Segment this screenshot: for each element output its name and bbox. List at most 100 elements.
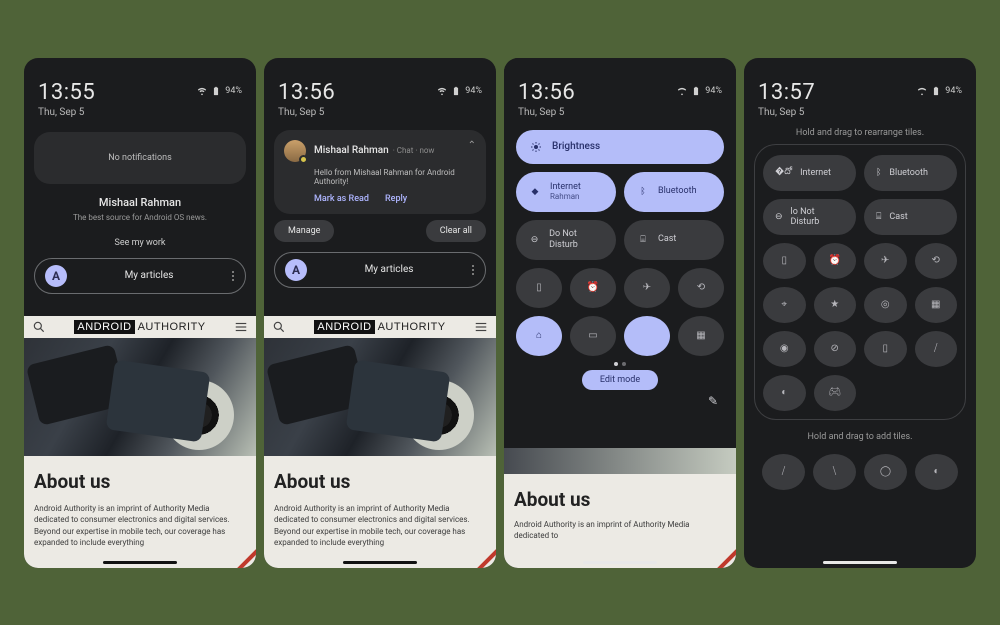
tile-mic-off[interactable]: ⧸ — [915, 331, 958, 367]
add-tile-1[interactable]: ⧸ — [762, 454, 805, 490]
clock: 13:57 — [758, 80, 815, 105]
tile-star[interactable]: ★ — [814, 287, 857, 323]
contrast-icon: ◐ — [933, 466, 939, 477]
more-icon[interactable] — [231, 271, 235, 281]
tile-qr[interactable]: ▦ — [915, 287, 958, 323]
tile-bluetooth[interactable]: ᛒ Bluetooth — [624, 172, 724, 212]
wifi-icon — [437, 86, 447, 96]
clock: 13:56 — [518, 80, 575, 105]
menu-icon[interactable] — [234, 320, 248, 334]
notification-card[interactable]: Mishaal Rahman· Chat · now ⌃ Hello from … — [274, 130, 486, 214]
wifi-icon: ◆ — [528, 185, 542, 199]
bluetooth-icon: ᛒ — [636, 185, 650, 199]
flashlight-icon: ▯ — [536, 282, 542, 293]
mark-read-button[interactable]: Mark as Read — [314, 194, 369, 204]
nav-home-bar[interactable] — [823, 561, 897, 564]
profile-tagline: The best source for Android OS news. — [38, 213, 242, 222]
menu-icon[interactable] — [474, 320, 488, 334]
tile-game[interactable]: 🎮︎ — [814, 375, 857, 411]
profile-name: Mishaal Rahman — [38, 196, 242, 209]
date: Thu, Sep 5 — [518, 107, 575, 118]
reply-button[interactable]: Reply — [385, 194, 407, 204]
tile-blank[interactable] — [624, 316, 670, 356]
star-icon: ★ — [830, 299, 839, 310]
flashlight-icon: ▯ — [781, 255, 787, 266]
tile-qr[interactable]: ▦ — [678, 316, 724, 356]
hint-add: Hold and drag to add tiles. — [744, 432, 976, 442]
tile-airplane[interactable]: ✈ — [864, 243, 907, 279]
add-tile-3[interactable]: ◯ — [864, 454, 907, 490]
collapse-icon[interactable]: ⌃ — [468, 140, 476, 151]
tile-alarm[interactable]: ⏰ — [814, 243, 857, 279]
edit-mode-button[interactable]: Edit mode — [582, 370, 658, 390]
tile-block[interactable]: ⊘ — [814, 331, 857, 367]
tile-dnd[interactable]: ⊖lo Not Disturb — [763, 199, 856, 235]
camera-off-icon: ⧹ — [833, 466, 836, 477]
tile-alarm[interactable]: ⏰ — [570, 268, 616, 308]
my-articles-button[interactable]: A My articles — [34, 258, 246, 294]
battery-icon — [691, 86, 701, 96]
airplane-icon: ✈ — [881, 255, 889, 266]
tile-dnd[interactable]: ⊖ Do Not Disturb — [516, 220, 616, 260]
circle-icon: ◯ — [880, 466, 891, 477]
nav-home-bar[interactable] — [103, 561, 177, 564]
tile-flashlight[interactable]: ▯ — [763, 243, 806, 279]
notif-meta: · Chat · now — [393, 146, 435, 155]
status-bar: 13:55 Thu, Sep 5 94% — [24, 58, 256, 126]
tile-record[interactable]: ◉ — [763, 331, 806, 367]
webpage-peek: About us Android Authority is an imprint… — [504, 448, 736, 568]
avatar-icon: A — [45, 265, 67, 287]
webpage: ANDROID AUTHORITY About us Android Autho… — [264, 316, 496, 568]
tile-internet[interactable]: �దోInternet — [763, 155, 856, 191]
no-notifications-card: No notifications — [34, 132, 246, 184]
cast-icon: ⌸ — [636, 233, 650, 247]
clock: 13:55 — [38, 80, 95, 105]
tile-hotspot[interactable]: ◎ — [864, 287, 907, 323]
tile-battery[interactable]: ▯ — [864, 331, 907, 367]
battery-icon — [451, 86, 461, 96]
airplane-icon: ✈ — [643, 282, 651, 293]
my-articles-button[interactable]: A My articles — [274, 252, 486, 288]
tile-bluetooth[interactable]: ᛒBluetooth — [864, 155, 957, 191]
clear-all-button[interactable]: Clear all — [426, 220, 486, 242]
battery-pct: 94% — [225, 86, 242, 96]
wifi-icon — [677, 86, 687, 96]
add-tile-2[interactable]: ⧹ — [813, 454, 856, 490]
nav-home-bar[interactable] — [583, 561, 657, 564]
tile-airplane[interactable]: ✈ — [624, 268, 670, 308]
article-heading: About us — [34, 470, 246, 493]
page-dots — [504, 362, 736, 366]
tile-cast[interactable]: ⌸ Cast — [624, 220, 724, 260]
gamepad-icon: 🎮︎ — [828, 387, 841, 398]
search-icon[interactable] — [32, 320, 46, 334]
tile-home[interactable]: ⌂ — [516, 316, 562, 356]
tile-cast[interactable]: ⌸Cast — [864, 199, 957, 235]
tile-internet[interactable]: ◆ InternetRahman — [516, 172, 616, 212]
hero-image — [24, 338, 256, 456]
site-brand: ANDROID AUTHORITY — [74, 321, 205, 333]
tile-rotate[interactable]: ⟲ — [915, 243, 958, 279]
wallet-icon: ▭ — [588, 330, 597, 341]
nav-home-bar[interactable] — [343, 561, 417, 564]
battery-icon — [931, 86, 941, 96]
more-icon[interactable] — [471, 265, 475, 275]
dnd-icon: ⊖ — [775, 212, 783, 222]
add-tile-4[interactable]: ◐ — [915, 454, 958, 490]
mic-off-icon: ⧸ — [782, 466, 785, 477]
brightness-slider[interactable]: Brightness — [516, 130, 724, 164]
wifi-icon: �దో — [775, 167, 792, 179]
date: Thu, Sep 5 — [38, 107, 95, 118]
see-my-work-link[interactable]: See my work — [24, 238, 256, 248]
tile-rotate[interactable]: ⟲ — [678, 268, 724, 308]
status-indicators: 94% — [437, 86, 482, 96]
tile-location[interactable]: ⌖ — [763, 287, 806, 323]
block-icon: ⊘ — [831, 343, 839, 354]
search-icon[interactable] — [272, 320, 286, 334]
tile-flashlight[interactable]: ▯ — [516, 268, 562, 308]
rotate-icon: ⟲ — [697, 282, 705, 293]
tile-wallet[interactable]: ▭ — [570, 316, 616, 356]
manage-button[interactable]: Manage — [274, 220, 334, 242]
alarm-icon: ⏰ — [829, 255, 841, 266]
tile-dark[interactable]: ◐ — [763, 375, 806, 411]
edit-pencil-icon[interactable]: ✎ — [708, 394, 718, 408]
